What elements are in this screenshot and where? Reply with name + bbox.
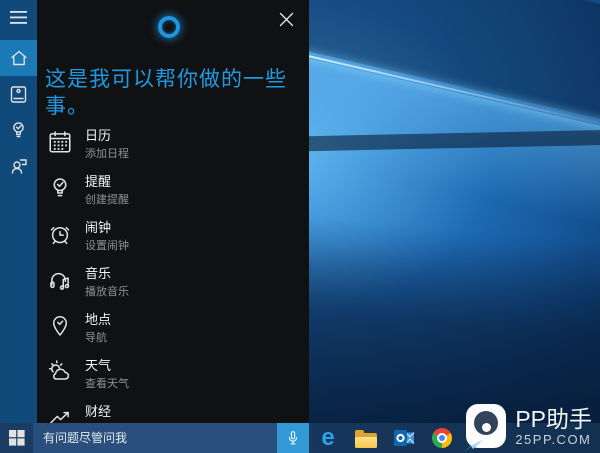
close-button[interactable]	[277, 10, 295, 28]
suggestion-title: 音乐	[85, 266, 112, 281]
notebook-icon	[10, 85, 27, 103]
sidebar-item-menu[interactable]	[0, 0, 37, 34]
feedback-icon	[11, 159, 27, 174]
cortana-sidebar	[0, 0, 37, 423]
cortana-logo-icon	[158, 16, 180, 38]
taskbar-search	[33, 423, 309, 453]
taskbar-apps: e	[309, 423, 461, 453]
pp-logo-icon	[464, 404, 508, 451]
suggestion-title: 天气	[85, 358, 112, 373]
wallpaper-dark-bottom	[265, 213, 600, 423]
suggestion-subtitle: 查看天气	[85, 378, 129, 390]
outlook-icon	[394, 430, 415, 446]
suggestion-title: 财经	[85, 404, 112, 419]
suggestion-reminder[interactable]: 提醒 创建提醒	[37, 174, 309, 220]
suggestion-calendar[interactable]: 日历 添加日程	[37, 128, 309, 174]
cortana-panel: 这是我可以帮你做的一些事。 日历 添加日程 提醒 创建提醒 闹钟 设置闹钟 音乐…	[37, 0, 309, 423]
search-input[interactable]	[33, 423, 277, 453]
hamburger-icon	[10, 10, 27, 24]
suggestion-subtitle: 创建提醒	[85, 194, 129, 206]
suggestion-subtitle: 设置闹钟	[85, 240, 129, 252]
suggestion-subtitle: 添加日程	[85, 148, 129, 160]
location-icon	[52, 316, 68, 336]
desktop-screen: 这是我可以帮你做的一些事。 日历 添加日程 提醒 创建提醒 闹钟 设置闹钟 音乐…	[0, 0, 600, 453]
sidebar-item-home[interactable]	[0, 40, 37, 76]
suggestion-subtitle: 播放音乐	[85, 286, 129, 298]
windows-logo-icon	[8, 430, 25, 446]
file-explorer-icon	[355, 429, 377, 448]
suggestion-subtitle: 导航	[85, 332, 107, 344]
music-icon	[50, 272, 70, 290]
edge-icon: e	[321, 424, 335, 451]
suggestion-title: 日历	[85, 128, 112, 143]
taskbar-app-edge[interactable]: e	[309, 423, 347, 453]
calendar-icon	[49, 131, 71, 153]
lightbulb-icon	[13, 122, 24, 138]
paper-plane-icon	[464, 440, 484, 451]
home-icon	[10, 50, 27, 66]
alarm-icon	[50, 226, 70, 245]
sidebar-item-reminders[interactable]	[0, 112, 37, 148]
start-button[interactable]	[0, 423, 33, 453]
suggestion-music[interactable]: 音乐 播放音乐	[37, 266, 309, 312]
suggestion-title: 地点	[85, 312, 112, 327]
taskbar-app-file-explorer[interactable]	[347, 423, 385, 453]
taskbar-app-chrome[interactable]	[423, 423, 461, 453]
weather-icon	[48, 360, 70, 380]
mic-button[interactable]	[277, 423, 309, 453]
suggestion-location[interactable]: 地点 导航	[37, 312, 309, 358]
finance-icon	[50, 411, 69, 423]
watermark-title: PP助手	[515, 405, 592, 432]
suggestion-title: 闹钟	[85, 220, 112, 235]
sidebar-item-notebook[interactable]	[0, 76, 37, 112]
watermark: PP助手 25PP.COM	[464, 404, 592, 451]
taskbar-app-outlook[interactable]	[385, 423, 423, 453]
suggestion-title: 提醒	[85, 174, 112, 189]
suggestion-alarm[interactable]: 闹钟 设置闹钟	[37, 220, 309, 266]
sidebar-item-feedback[interactable]	[0, 148, 37, 184]
suggestion-finance[interactable]: 财经	[37, 404, 309, 423]
close-icon	[279, 12, 293, 26]
suggestion-weather[interactable]: 天气 查看天气	[37, 358, 309, 404]
suggestion-list: 日历 添加日程 提醒 创建提醒 闹钟 设置闹钟 音乐 播放音乐 地点 导航 天气…	[37, 128, 309, 423]
microphone-icon	[288, 431, 298, 445]
reminder-icon	[53, 178, 67, 197]
chrome-icon	[432, 428, 452, 448]
panel-heading: 这是我可以帮你做的一些事。	[45, 68, 287, 118]
watermark-subtitle: 25PP.COM	[515, 431, 592, 447]
